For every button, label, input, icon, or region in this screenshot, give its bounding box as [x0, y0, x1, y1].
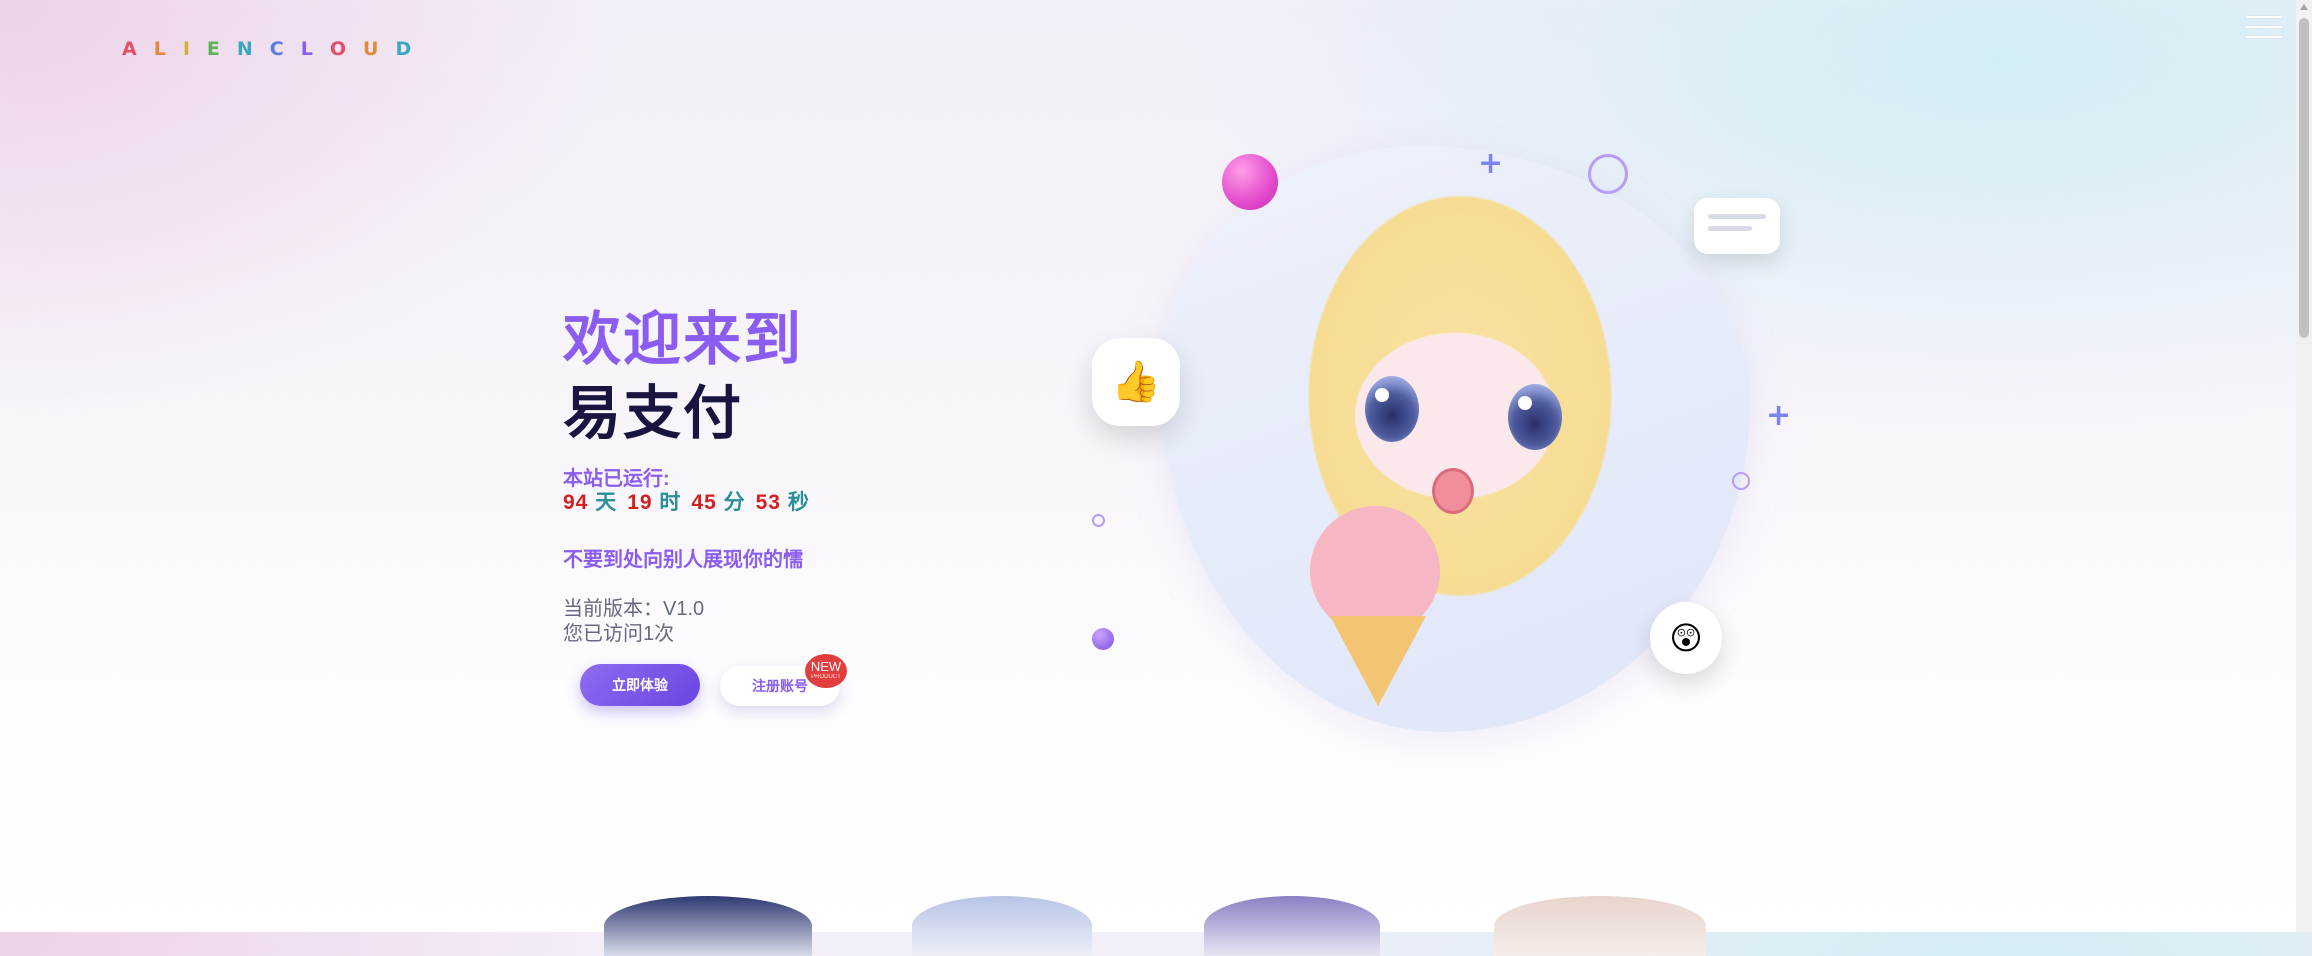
character-card-3: [1204, 896, 1380, 956]
ice-cream-cone-shape: [1330, 616, 1426, 706]
scrollbar-thumb[interactable]: [2299, 18, 2309, 338]
logo-letter: A: [122, 38, 144, 60]
left-eye-shape: [1365, 376, 1419, 442]
hero-title-line2: 易支付: [563, 381, 744, 446]
motto-text: 不要到处向别人展现你的懦: [563, 549, 803, 571]
logo-letter: O: [329, 38, 354, 60]
right-eye-shape: [1508, 384, 1562, 450]
character-card-1: [604, 896, 812, 956]
surprised-face-icon: 😲: [1650, 602, 1722, 674]
logo-letter: I: [182, 38, 197, 60]
plus-decoration-top: +: [1478, 146, 1504, 181]
chat-bubble-icon: [1694, 198, 1780, 254]
runtime-hours: 19: [627, 491, 653, 514]
runtime-minutes-unit: 分: [723, 491, 746, 514]
try-now-button[interactable]: 立即体验: [580, 664, 700, 706]
logo-letter: E: [206, 38, 227, 60]
ring-decoration-small: [1732, 472, 1750, 490]
new-badge-label: NEW: [810, 659, 842, 674]
new-badge-sub: PRODUCT: [811, 674, 841, 680]
new-badge: NEW PRODUCT: [805, 654, 847, 688]
hamburger-icon[interactable]: [2246, 16, 2282, 42]
runtime-seconds-unit: 秒: [787, 491, 810, 514]
logo-letter: U: [363, 38, 386, 60]
logo-letter: L: [153, 38, 173, 60]
mouth-shape: [1432, 468, 1474, 514]
thumbs-up-icon: 👍: [1092, 338, 1180, 426]
pink-ball-decoration: [1222, 154, 1278, 210]
visit-count-text: 您已访问1次: [563, 623, 675, 645]
runtime-minutes: 45: [691, 491, 717, 514]
runtime-seconds: 53: [755, 491, 781, 514]
ring-decoration-tiny: [1092, 514, 1105, 527]
logo-letter: N: [236, 38, 260, 60]
runtime-days: 94: [563, 491, 589, 514]
character-card-4: [1494, 896, 1706, 956]
ring-decoration-large: [1588, 154, 1628, 194]
logo-letter: L: [300, 38, 320, 60]
logo-letter: C: [269, 38, 291, 60]
plus-decoration-right: +: [1766, 398, 1792, 433]
site-logo[interactable]: ALIENCLOUD: [122, 38, 418, 60]
scroll-up-arrow-icon[interactable]: [2300, 4, 2308, 10]
runtime-days-unit: 天: [595, 491, 618, 514]
runtime-hours-unit: 时: [659, 491, 682, 514]
hero-title-line1: 欢迎来到: [563, 307, 804, 372]
character-card-2: [912, 896, 1092, 956]
runtime-counter: 94 天 19 时 45 分 53 秒: [563, 486, 820, 516]
logo-letter: D: [395, 38, 419, 60]
purple-ball-decoration: [1092, 628, 1114, 650]
